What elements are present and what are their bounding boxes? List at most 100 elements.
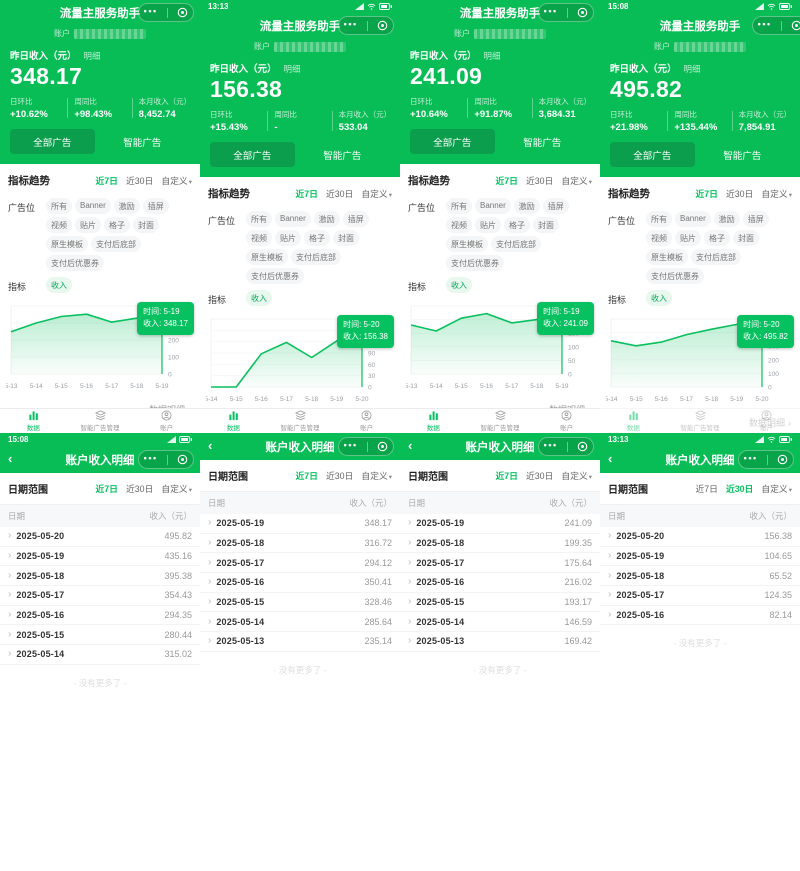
close-target-icon[interactable]: [577, 7, 588, 18]
tab-smart-ads[interactable]: 智能广告管理: [267, 409, 334, 433]
back-icon[interactable]: ‹: [608, 450, 612, 468]
ad-slot-chip[interactable]: 支付后底部: [91, 236, 141, 252]
close-target-icon[interactable]: [377, 20, 388, 31]
ad-slot-chip[interactable]: 格子: [104, 217, 130, 233]
close-target-icon[interactable]: [177, 454, 188, 465]
table-row[interactable]: ›2025-05-17175.64: [400, 553, 600, 573]
range-custom-tab[interactable]: 自定义▾: [161, 482, 192, 495]
ad-slot-chip[interactable]: 原生模板: [446, 236, 488, 252]
ad-slot-chip[interactable]: 激励: [514, 198, 540, 214]
smart-ads-button[interactable]: 智能广告: [295, 148, 390, 162]
ad-slot-chip[interactable]: 封面: [333, 230, 359, 246]
ad-slot-chip[interactable]: 支付后优惠券: [446, 255, 504, 271]
ad-slot-chip[interactable]: 贴片: [675, 230, 701, 246]
ad-slot-chip[interactable]: 格子: [504, 217, 530, 233]
ad-slot-chip[interactable]: 激励: [114, 198, 140, 214]
miniprogram-capsule[interactable]: •••: [538, 3, 594, 22]
all-ads-button[interactable]: 全部广告: [210, 142, 295, 167]
ad-slot-chip[interactable]: 原生模板: [646, 249, 688, 265]
range-30d-tab[interactable]: 近30日: [326, 187, 353, 200]
range-30d-tab[interactable]: 近30日: [126, 174, 153, 187]
income-detail-link[interactable]: 明细: [684, 63, 701, 75]
range-7d-tab[interactable]: 近7日: [695, 482, 718, 495]
range-custom-tab[interactable]: 自定义▾: [161, 174, 192, 187]
miniprogram-capsule[interactable]: •••: [338, 16, 394, 35]
tab-data[interactable]: 数据: [200, 409, 267, 433]
account-masked-value[interactable]: [274, 42, 346, 52]
table-row[interactable]: ›2025-05-16294.35: [0, 606, 200, 626]
ad-slot-chip[interactable]: 贴片: [275, 230, 301, 246]
ad-slot-chip[interactable]: 支付后底部: [691, 249, 741, 265]
table-row[interactable]: ›2025-05-1682.14: [600, 606, 800, 626]
more-icon[interactable]: •••: [744, 454, 758, 466]
range-30d-tab[interactable]: 近30日: [726, 187, 753, 200]
more-icon[interactable]: •••: [544, 441, 558, 453]
tab-account[interactable]: 账户: [333, 409, 400, 433]
ad-slot-chip[interactable]: 视频: [446, 217, 472, 233]
table-row[interactable]: ›2025-05-18199.35: [400, 534, 600, 554]
ad-slot-chip[interactable]: 激励: [714, 211, 740, 227]
range-7d-tab[interactable]: 近7日: [495, 469, 518, 482]
ad-slot-chip[interactable]: 封面: [133, 217, 159, 233]
miniprogram-capsule[interactable]: •••: [738, 450, 794, 469]
ad-slot-chip[interactable]: 支付后底部: [491, 236, 541, 252]
miniprogram-capsule[interactable]: •••: [338, 437, 394, 456]
range-7d-tab[interactable]: 近7日: [95, 482, 118, 495]
ad-slot-chip[interactable]: Banner: [475, 198, 511, 214]
tab-account[interactable]: 账户: [133, 409, 200, 433]
more-icon[interactable]: •••: [344, 20, 358, 32]
table-row[interactable]: ›2025-05-19104.65: [600, 547, 800, 567]
range-30d-tab[interactable]: 近30日: [126, 482, 153, 495]
income-trend-chart[interactable]: 0501001502002505-135-145-155-165-175-185…: [406, 298, 594, 396]
close-target-icon[interactable]: [577, 441, 588, 452]
all-ads-button[interactable]: 全部广告: [410, 129, 495, 154]
ad-slot-chip[interactable]: 所有: [646, 211, 672, 227]
range-7d-tab[interactable]: 近7日: [495, 174, 518, 187]
miniprogram-capsule[interactable]: •••: [538, 437, 594, 456]
range-30d-tab[interactable]: 近30日: [726, 482, 753, 495]
table-row[interactable]: ›2025-05-19241.09: [400, 514, 600, 534]
table-row[interactable]: ›2025-05-13169.42: [400, 632, 600, 652]
account-masked-value[interactable]: [74, 29, 146, 39]
income-detail-link[interactable]: 明细: [84, 50, 101, 62]
back-icon[interactable]: ‹: [408, 437, 412, 455]
close-target-icon[interactable]: [791, 20, 800, 31]
table-row[interactable]: ›2025-05-18316.72: [200, 534, 400, 554]
ad-slot-chip[interactable]: 所有: [446, 198, 472, 214]
metric-income-chip[interactable]: 收入: [46, 277, 72, 293]
table-row[interactable]: ›2025-05-15193.17: [400, 593, 600, 613]
ad-slot-chip[interactable]: 插屏: [343, 211, 369, 227]
all-ads-button[interactable]: 全部广告: [610, 142, 695, 167]
miniprogram-capsule[interactable]: •••: [138, 3, 194, 22]
income-trend-chart[interactable]: 01002003004005005-145-155-165-175-185-19…: [606, 311, 794, 409]
range-30d-tab[interactable]: 近30日: [526, 469, 553, 482]
range-custom-tab[interactable]: 自定义▾: [561, 469, 592, 482]
tab-data[interactable]: 数据: [0, 409, 67, 433]
account-masked-value[interactable]: [674, 42, 746, 52]
ad-slot-chip[interactable]: 激励: [314, 211, 340, 227]
range-7d-tab[interactable]: 近7日: [95, 174, 118, 187]
smart-ads-button[interactable]: 智能广告: [695, 148, 790, 162]
range-30d-tab[interactable]: 近30日: [326, 469, 353, 482]
tab-account[interactable]: 账户: [733, 409, 800, 433]
range-7d-tab[interactable]: 近7日: [695, 187, 718, 200]
table-row[interactable]: ›2025-05-20156.38: [600, 527, 800, 547]
table-row[interactable]: ›2025-05-15328.46: [200, 593, 400, 613]
ad-slot-chip[interactable]: 贴片: [475, 217, 501, 233]
range-custom-tab[interactable]: 自定义▾: [761, 482, 792, 495]
range-custom-tab[interactable]: 自定义▾: [761, 187, 792, 200]
more-icon[interactable]: •••: [544, 7, 558, 19]
ad-slot-chip[interactable]: Banner: [275, 211, 311, 227]
ad-slot-chip[interactable]: 所有: [246, 211, 272, 227]
ad-slot-chip[interactable]: 视频: [46, 217, 72, 233]
ad-slot-chip[interactable]: 插屏: [543, 198, 569, 214]
more-icon[interactable]: •••: [144, 7, 158, 19]
ad-slot-chip[interactable]: Banner: [675, 211, 711, 227]
ad-slot-chip[interactable]: 视频: [646, 230, 672, 246]
tab-data[interactable]: 数据: [600, 409, 667, 433]
miniprogram-capsule[interactable]: •••: [138, 450, 194, 469]
table-row[interactable]: ›2025-05-19348.17: [200, 514, 400, 534]
table-row[interactable]: ›2025-05-20495.82: [0, 527, 200, 547]
income-trend-chart[interactable]: 01002003004005-135-145-155-165-175-185-1…: [6, 298, 194, 396]
more-icon[interactable]: •••: [758, 20, 772, 32]
